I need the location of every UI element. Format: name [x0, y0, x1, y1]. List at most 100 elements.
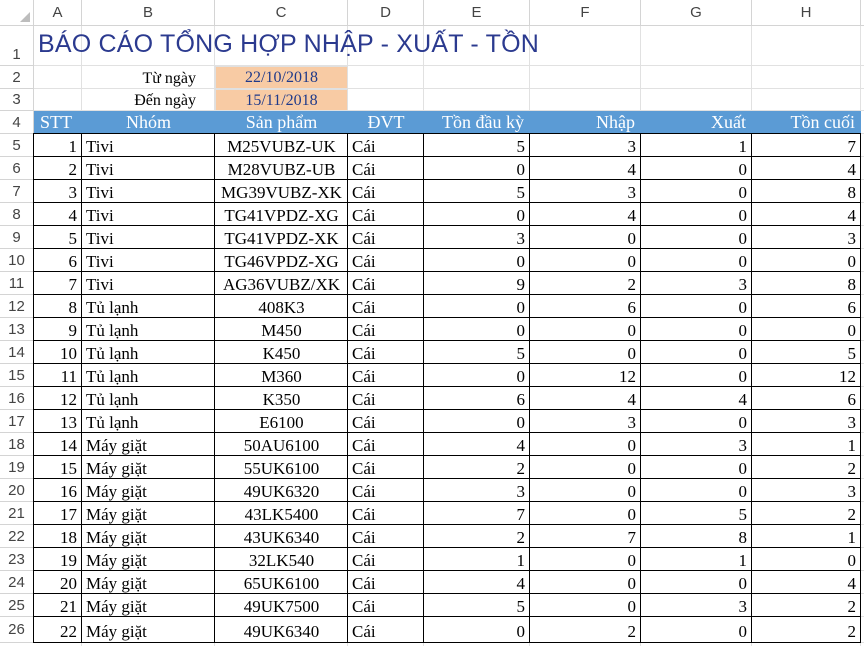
table-cell[interactable]: 0 [530, 594, 641, 617]
table-cell[interactable]: 0 [424, 295, 530, 318]
table-cell[interactable]: TG41VPDZ-XK [215, 226, 348, 249]
table-cell[interactable]: 5 [641, 502, 752, 525]
table-cell[interactable]: Máy giặt [82, 571, 215, 594]
table-cell[interactable]: 7 [424, 502, 530, 525]
table-cell[interactable]: 5 [424, 341, 530, 364]
table-cell[interactable]: 65UK6100 [215, 571, 348, 594]
table-cell[interactable]: 1 [641, 134, 752, 157]
table-cell[interactable]: Tủ lạnh [82, 318, 215, 341]
table-cell[interactable]: 0 [641, 456, 752, 479]
row-header-22[interactable]: 22 [0, 525, 34, 548]
table-cell[interactable]: Tivi [82, 180, 215, 203]
table-cell[interactable]: E6100 [215, 410, 348, 433]
table-cell[interactable]: 0 [641, 341, 752, 364]
table-cell[interactable]: 0 [424, 157, 530, 180]
table-header-4[interactable]: Tồn đầu kỳ [424, 111, 530, 134]
table-cell[interactable]: Cái [348, 502, 424, 525]
table-cell[interactable]: 5 [34, 226, 82, 249]
table-cell[interactable]: K350 [215, 387, 348, 410]
table-cell[interactable]: Máy giặt [82, 548, 215, 571]
table-cell[interactable]: 3 [424, 479, 530, 502]
to-date-cell[interactable]: 15/11/2018 [215, 89, 348, 111]
select-all-corner[interactable] [0, 0, 34, 26]
table-cell[interactable]: 12 [752, 364, 861, 387]
table-cell[interactable]: 3 [34, 180, 82, 203]
table-cell[interactable]: 3 [641, 433, 752, 456]
table-cell[interactable]: 8 [752, 272, 861, 295]
table-cell[interactable]: 0 [641, 203, 752, 226]
table-cell[interactable]: Cái [348, 272, 424, 295]
table-cell[interactable]: 11 [34, 364, 82, 387]
table-cell[interactable]: Tủ lạnh [82, 364, 215, 387]
table-cell[interactable]: 2 [34, 157, 82, 180]
table-header-1[interactable]: Nhóm [82, 111, 215, 134]
table-cell[interactable]: 4 [424, 571, 530, 594]
table-cell[interactable]: Máy giặt [82, 433, 215, 456]
table-cell[interactable]: Máy giặt [82, 502, 215, 525]
table-cell[interactable]: 16 [34, 479, 82, 502]
table-cell[interactable]: Tủ lạnh [82, 387, 215, 410]
table-cell[interactable]: Tivi [82, 226, 215, 249]
table-cell[interactable]: Máy giặt [82, 594, 215, 617]
table-cell[interactable]: 1 [424, 548, 530, 571]
table-cell[interactable]: Máy giặt [82, 525, 215, 548]
table-cell[interactable]: Cái [348, 249, 424, 272]
table-cell[interactable]: Cái [348, 617, 424, 643]
table-cell[interactable]: 0 [530, 456, 641, 479]
table-cell[interactable]: 10 [34, 341, 82, 364]
table-cell[interactable]: 0 [641, 226, 752, 249]
table-cell[interactable]: Cái [348, 318, 424, 341]
row-header-13[interactable]: 13 [0, 318, 34, 341]
table-cell[interactable]: Cái [348, 548, 424, 571]
column-header-e[interactable]: E [424, 0, 530, 26]
table-cell[interactable]: 12 [34, 387, 82, 410]
table-cell[interactable]: 0 [641, 617, 752, 643]
row-header-19[interactable]: 19 [0, 456, 34, 479]
table-cell[interactable]: 7 [752, 134, 861, 157]
table-cell[interactable]: Cái [348, 594, 424, 617]
table-cell[interactable]: 49UK7500 [215, 594, 348, 617]
table-cell[interactable]: 0 [641, 180, 752, 203]
column-header-h[interactable]: H [752, 0, 861, 26]
table-cell[interactable]: M360 [215, 364, 348, 387]
column-header-a[interactable]: A [34, 0, 82, 26]
table-cell[interactable]: M450 [215, 318, 348, 341]
table-cell[interactable]: 0 [424, 364, 530, 387]
table-cell[interactable]: M28VUBZ-UB [215, 157, 348, 180]
table-cell[interactable]: Tivi [82, 272, 215, 295]
from-date-cell[interactable]: 22/10/2018 [215, 66, 348, 89]
table-cell[interactable]: 13 [34, 410, 82, 433]
table-cell[interactable]: TG41VPDZ-XG [215, 203, 348, 226]
table-cell[interactable]: 0 [424, 203, 530, 226]
spreadsheet-grid[interactable]: ABCDEFGH 1 2 3 4 5 6 7 8 9 10 11 12 13 14 15 16 17 18 19 20… [0, 0, 864, 646]
table-cell[interactable]: Cái [348, 134, 424, 157]
table-cell[interactable]: Cái [348, 410, 424, 433]
row-header-8[interactable]: 8 [0, 203, 34, 226]
table-cell[interactable]: 0 [530, 433, 641, 456]
table-cell[interactable]: 1 [752, 525, 861, 548]
table-cell[interactable]: Tivi [82, 203, 215, 226]
table-cell[interactable]: 1 [641, 548, 752, 571]
report-title[interactable]: BÁO CÁO TỔNG HỢP NHẬP - XUẤT - TỒN [38, 30, 539, 59]
table-cell[interactable]: 2 [752, 617, 861, 643]
table-cell[interactable]: Máy giặt [82, 617, 215, 643]
table-cell[interactable]: 50AU6100 [215, 433, 348, 456]
table-cell[interactable]: K450 [215, 341, 348, 364]
table-cell[interactable]: TG46VPDZ-XG [215, 249, 348, 272]
column-header-d[interactable]: D [348, 0, 424, 26]
table-cell[interactable]: 408K3 [215, 295, 348, 318]
table-cell[interactable]: Cái [348, 157, 424, 180]
table-cell[interactable]: 8 [752, 180, 861, 203]
row-header-6[interactable]: 6 [0, 157, 34, 180]
table-cell[interactable]: 3 [752, 226, 861, 249]
table-cell[interactable]: 4 [34, 203, 82, 226]
table-header-7[interactable]: Tồn cuối [752, 111, 861, 134]
table-cell[interactable]: 2 [424, 456, 530, 479]
row-header-2[interactable]: 2 [0, 66, 34, 89]
table-cell[interactable]: Cái [348, 479, 424, 502]
table-cell[interactable]: Tivi [82, 157, 215, 180]
table-cell[interactable]: 2 [530, 617, 641, 643]
table-cell[interactable]: 19 [34, 548, 82, 571]
table-cell[interactable]: 0 [530, 479, 641, 502]
table-cell[interactable]: 4 [530, 203, 641, 226]
